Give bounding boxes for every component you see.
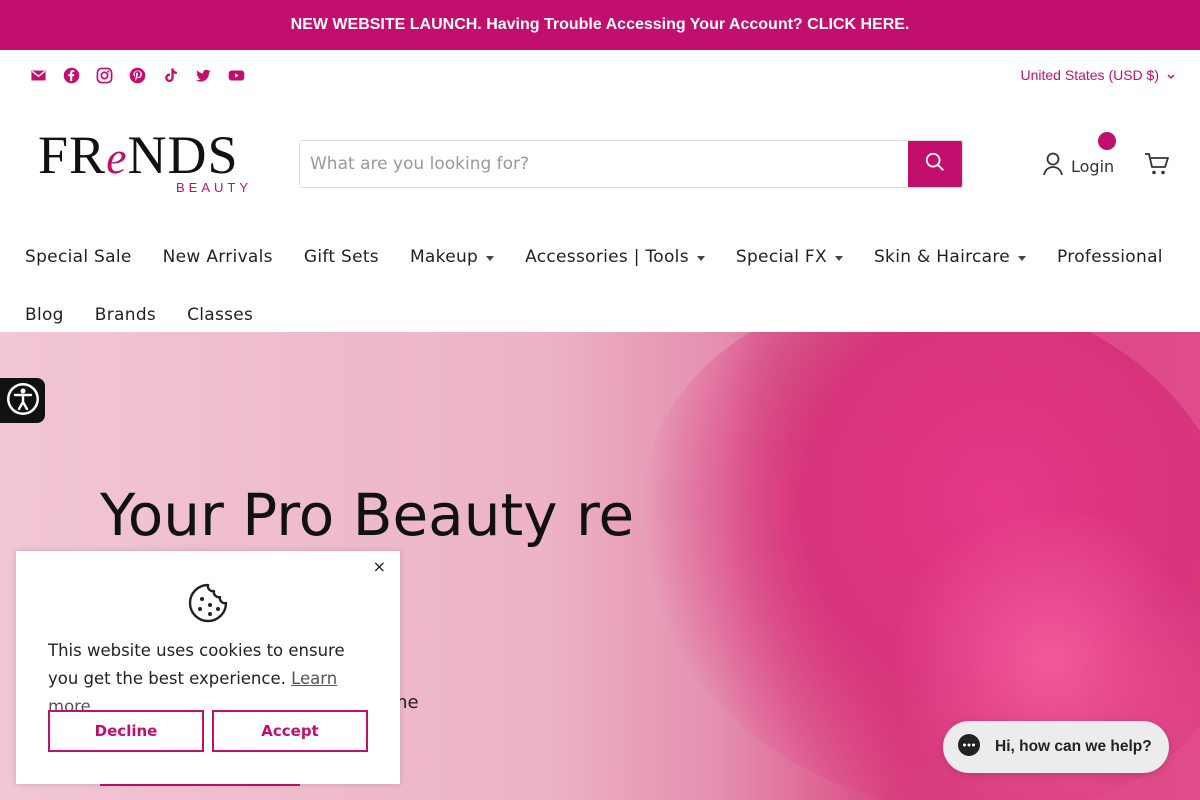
nav-item-new-arrivals[interactable]: New Arrivals xyxy=(163,247,273,267)
utility-bar: United States (USD $) xyxy=(0,50,1200,100)
nav-item-blog[interactable]: Blog xyxy=(25,305,64,325)
nav-item-brands[interactable]: Brands xyxy=(95,305,156,325)
search-input[interactable] xyxy=(300,141,908,187)
user-icon xyxy=(1043,152,1063,180)
pinterest-icon[interactable] xyxy=(129,67,146,84)
decline-button[interactable]: Decline xyxy=(48,710,204,752)
caret-down-icon xyxy=(834,255,843,261)
email-icon[interactable] xyxy=(30,67,47,84)
nav-row-1: Special Sale New Arrivals Gift Sets Make… xyxy=(25,228,1200,286)
caret-down-icon xyxy=(696,255,705,261)
notification-badge xyxy=(1098,132,1116,150)
youtube-icon[interactable] xyxy=(228,67,245,84)
site-header: FReNDS BEAUTY Login xyxy=(0,100,1200,228)
cookie-message: This website uses cookies to ensure you … xyxy=(48,641,345,716)
accept-button[interactable]: Accept xyxy=(212,710,368,752)
logo-subtitle: BEAUTY xyxy=(175,180,252,195)
site-logo[interactable]: FReNDS BEAUTY xyxy=(38,128,256,198)
login-label: Login xyxy=(1071,156,1115,176)
nav-item-classes[interactable]: Classes xyxy=(187,305,253,325)
search-bar xyxy=(299,140,963,188)
nav-item-gift-sets[interactable]: Gift Sets xyxy=(304,247,379,267)
close-icon[interactable]: × xyxy=(373,557,386,576)
nav-item-special-sale[interactable]: Special Sale xyxy=(25,247,132,267)
logo-wordmark: FReNDS xyxy=(38,125,239,185)
login-link[interactable]: Login xyxy=(1043,152,1114,180)
announcement-bar[interactable]: NEW WEBSITE LAUNCH. Having Trouble Acces… xyxy=(0,0,1200,50)
search-button[interactable] xyxy=(908,141,962,187)
accessibility-icon xyxy=(5,381,41,421)
nav-item-skin-haircare[interactable]: Skin & Haircare xyxy=(874,247,1027,267)
caret-down-icon xyxy=(1018,255,1027,261)
chat-label: Hi, how can we help? xyxy=(995,738,1152,755)
nav-item-professional[interactable]: Professional xyxy=(1057,247,1163,267)
nav-item-accessories-tools[interactable]: Accessories | Tools xyxy=(525,247,705,267)
hero-cta-underline[interactable] xyxy=(100,784,300,786)
twitter-icon[interactable] xyxy=(195,67,212,84)
social-links xyxy=(30,67,245,84)
chevron-down-icon xyxy=(1167,67,1175,83)
instagram-icon[interactable] xyxy=(96,67,113,84)
chat-widget-button[interactable]: Hi, how can we help? xyxy=(943,721,1169,773)
cart-icon xyxy=(1144,153,1170,180)
search-icon xyxy=(924,151,946,177)
announcement-text[interactable]: NEW WEBSITE LAUNCH. Having Trouble Acces… xyxy=(291,16,910,34)
cookie-banner: × This website uses cookies to ensure yo… xyxy=(16,551,400,784)
facebook-icon[interactable] xyxy=(63,67,80,84)
cart-button[interactable] xyxy=(1144,152,1170,180)
currency-label: United States (USD $) xyxy=(1020,67,1160,83)
currency-selector[interactable]: United States (USD $) xyxy=(1021,67,1176,83)
tiktok-icon[interactable] xyxy=(162,67,179,84)
caret-down-icon xyxy=(486,255,495,261)
accessibility-button[interactable] xyxy=(0,378,45,423)
nav-item-makeup[interactable]: Makeup xyxy=(410,247,495,267)
chat-bubble-icon xyxy=(957,733,981,762)
cookie-icon xyxy=(188,583,228,627)
nav-item-special-fx[interactable]: Special FX xyxy=(736,247,843,267)
